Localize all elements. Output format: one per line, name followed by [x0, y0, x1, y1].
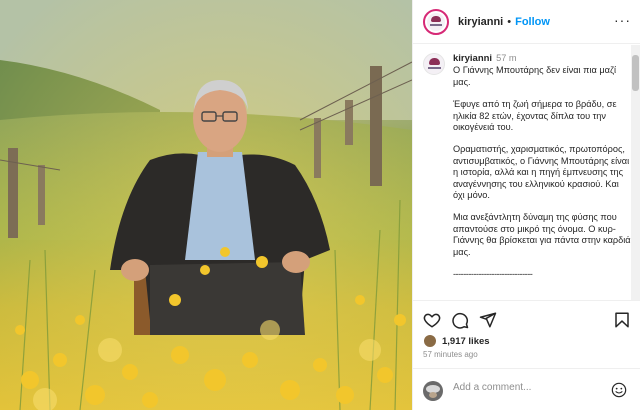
instagram-post: kiryianni • Follow ··· kiryianni 57 m Ο Γ… — [0, 0, 640, 410]
account-username[interactable]: kiryianni — [458, 16, 503, 28]
emoji-icon[interactable] — [611, 382, 627, 398]
liker-avatar[interactable] — [423, 334, 437, 348]
account-avatar[interactable] — [423, 8, 449, 35]
comment-bar — [413, 368, 640, 410]
share-icon[interactable] — [479, 311, 497, 329]
caption-username[interactable]: kiryianni — [453, 53, 492, 64]
kiryianni-logo-icon — [427, 12, 445, 31]
bookmark-icon[interactable] — [613, 311, 631, 329]
scrollbar-thumb[interactable] — [632, 55, 639, 91]
caption-avatar[interactable] — [423, 53, 445, 75]
vineyard-portrait-image — [0, 0, 412, 410]
caption-time[interactable]: 57 m — [496, 53, 516, 63]
caption-area: kiryianni 57 m Ο Γιάννης Μπουτάρης δεν εί… — [413, 45, 640, 300]
likes-row: 1,917 likes — [423, 333, 490, 349]
caption-paragraph: Ο Γιάννης Μπουτάρης δεν είναι πια μαζί μ… — [453, 65, 617, 87]
post-header: kiryianni • Follow ··· — [413, 0, 640, 44]
post-photo[interactable] — [0, 0, 412, 410]
likes-count[interactable]: 1,917 likes — [442, 336, 490, 347]
caption-divider: ------------------------------- — [453, 269, 533, 280]
caption-paragraph: Οραματιστής, χαρισματικός, πρωτοπόρος, α… — [453, 144, 630, 201]
current-user-avatar[interactable] — [423, 381, 443, 401]
more-options-icon[interactable]: ··· — [614, 13, 631, 27]
comment-icon[interactable] — [451, 311, 469, 329]
caption-paragraph: Έφυγε από τη ζωή σήμερα το βράδυ, σε ηλι… — [453, 99, 617, 133]
post-side-panel: kiryianni • Follow ··· kiryianni 57 m Ο Γ… — [412, 0, 640, 410]
separator-dot: • — [507, 15, 512, 28]
comment-input[interactable] — [453, 382, 603, 393]
action-bar — [413, 300, 640, 332]
heart-icon[interactable] — [423, 311, 441, 329]
caption-paragraph: Μια ανεξάντλητη δύναμη της φύσης που απα… — [453, 212, 631, 257]
caption-scrollbar[interactable] — [631, 45, 640, 300]
post-timestamp[interactable]: 57 minutes ago — [423, 350, 478, 359]
follow-button[interactable]: Follow — [515, 16, 550, 28]
caption-text: kiryianni 57 m Ο Γιάννης Μπουτάρης δεν εί… — [453, 53, 631, 283]
